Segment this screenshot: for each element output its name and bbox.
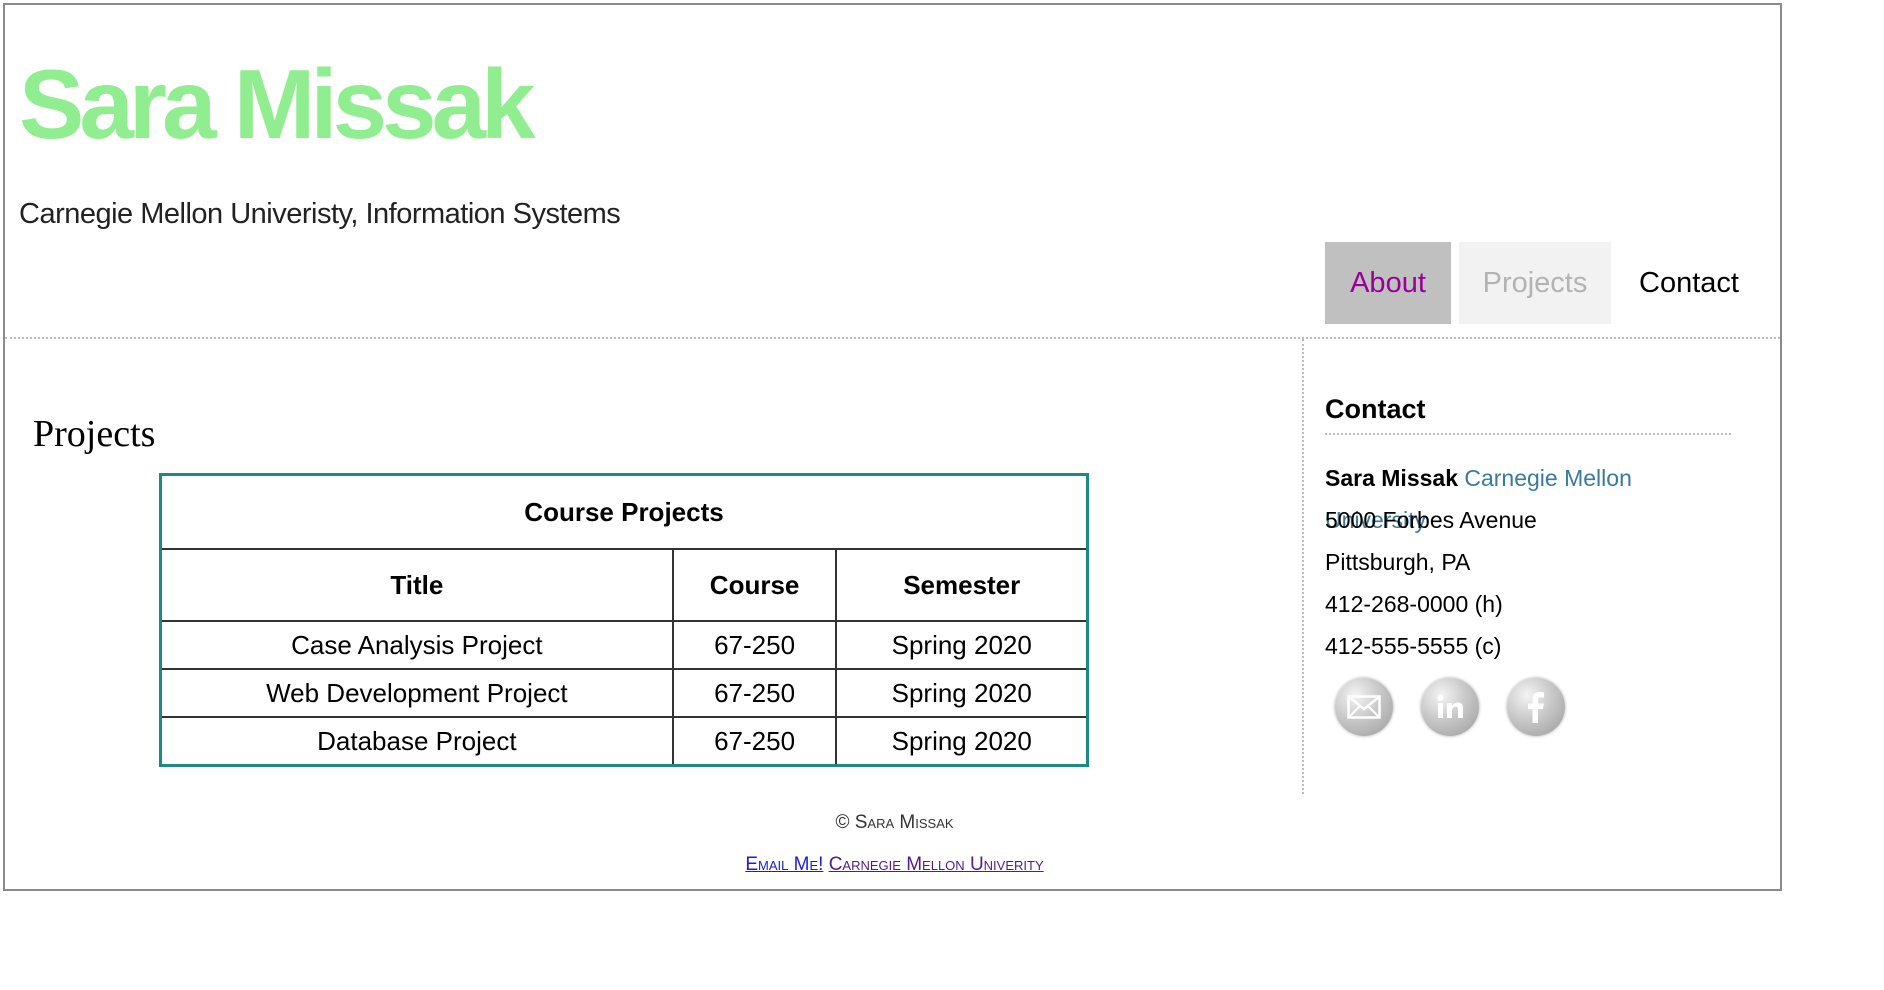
site-subtitle: Carnegie Mellon Univeristy, Information … bbox=[19, 198, 621, 230]
address-line-1: 5000 Forbes Avenue bbox=[1325, 507, 1537, 533]
phone-home: 412-268-0000 (h) bbox=[1325, 591, 1503, 617]
project-course-cell: 67-250 bbox=[671, 620, 838, 670]
table-caption: Course Projects bbox=[159, 473, 1089, 550]
site-title: Sara Missak bbox=[19, 49, 536, 159]
project-course-cell: 67-250 bbox=[671, 668, 838, 718]
nav-about-link[interactable]: About bbox=[1325, 242, 1451, 324]
project-semester-cell: Spring 2020 bbox=[835, 668, 1089, 718]
footer-links: Email Me! Carnegie Mellon Univerity bbox=[5, 854, 1784, 876]
contact-name-line: Sara Missak Carnegie Mellon University bbox=[1325, 457, 1735, 533]
address-line-2: Pittsburgh, PA bbox=[1325, 549, 1471, 575]
facebook-icon[interactable] bbox=[1507, 678, 1565, 736]
project-title-cell: Database Project bbox=[159, 716, 674, 767]
linkedin-icon[interactable] bbox=[1421, 678, 1479, 736]
nav-projects-link[interactable]: Projects bbox=[1459, 242, 1611, 324]
footer-email-link[interactable]: Email Me! bbox=[745, 854, 823, 875]
footer-university-link[interactable]: Carnegie Mellon Univerity bbox=[829, 854, 1044, 875]
project-course-cell: 67-250 bbox=[671, 716, 838, 767]
table-row: Web Development Project 67-250 Spring 20… bbox=[159, 668, 1089, 718]
table-caption-row: Course Projects bbox=[159, 473, 1089, 550]
footer-copyright: © Sara Missak bbox=[835, 812, 954, 833]
contact-sidebar: Contact Sara Missak Carnegie Mellon Univ… bbox=[1325, 394, 1735, 667]
column-header-title: Title bbox=[159, 548, 674, 622]
projects-table: Course Projects Title Course Semester Ca… bbox=[159, 473, 1089, 767]
contact-name: Sara Missak bbox=[1325, 465, 1458, 491]
column-header-course: Course bbox=[671, 548, 838, 622]
project-semester-cell: Spring 2020 bbox=[835, 620, 1089, 670]
project-title-cell: Case Analysis Project bbox=[159, 620, 674, 670]
column-header-semester: Semester bbox=[835, 548, 1089, 622]
main-nav: About Projects Contact bbox=[1325, 242, 1759, 324]
social-links bbox=[1335, 678, 1565, 736]
header-divider bbox=[5, 337, 1780, 339]
phone-cell: 412-555-5555 (c) bbox=[1325, 633, 1502, 659]
table-header-row: Title Course Semester bbox=[159, 548, 1089, 622]
sidebar-divider bbox=[1302, 339, 1304, 794]
project-title-cell: Web Development Project bbox=[159, 668, 674, 718]
table-row: Database Project 67-250 Spring 2020 bbox=[159, 716, 1089, 767]
email-icon[interactable] bbox=[1335, 678, 1393, 736]
table-row: Case Analysis Project 67-250 Spring 2020 bbox=[159, 620, 1089, 670]
page-frame: Sara Missak Carnegie Mellon Univeristy, … bbox=[3, 3, 1782, 891]
nav-contact-link[interactable]: Contact bbox=[1619, 242, 1759, 324]
project-semester-cell: Spring 2020 bbox=[835, 716, 1089, 767]
page-heading: Projects bbox=[33, 413, 156, 455]
sidebar-heading: Contact bbox=[1325, 394, 1731, 435]
